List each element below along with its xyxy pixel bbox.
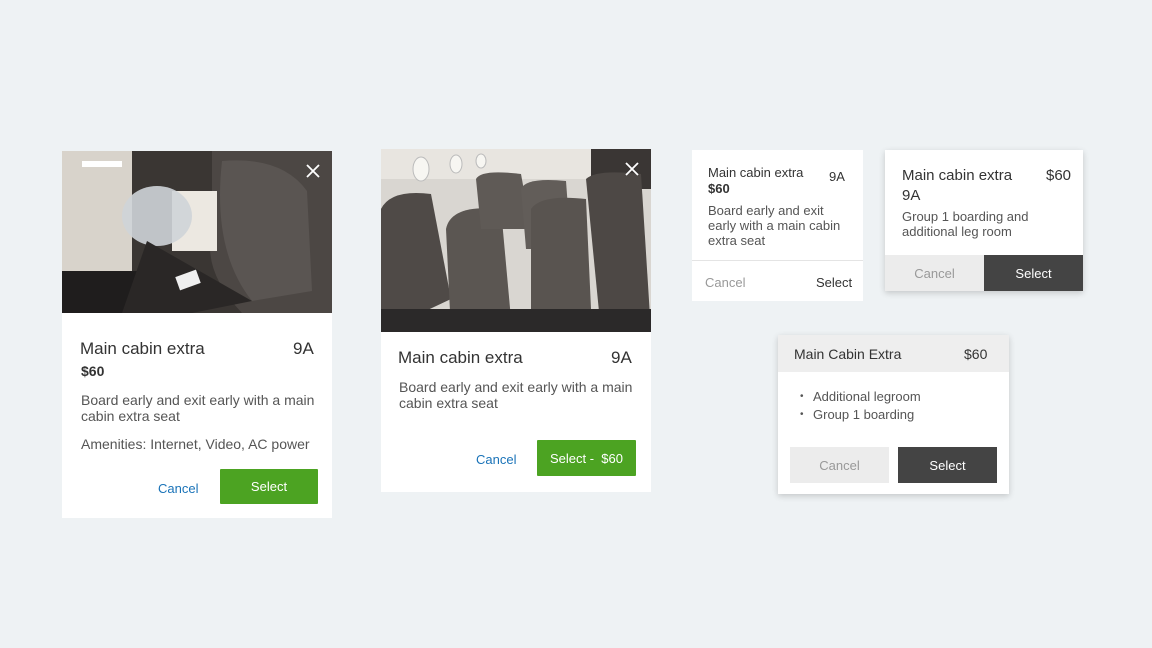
seat-card-3: Main cabin extra $60 9A Board early and …: [692, 150, 863, 301]
seat-card-5: Main Cabin Extra $60 Additional legroom …: [778, 335, 1009, 494]
card-title: Main Cabin Extra: [794, 346, 902, 362]
feature-list: Additional legroom Group 1 boarding: [797, 388, 921, 424]
list-item: Additional legroom: [797, 388, 921, 406]
seat-number: 9A: [293, 339, 314, 358]
cancel-button[interactable]: Cancel: [705, 275, 745, 290]
price: $60: [81, 363, 105, 379]
card-description: Group 1 boarding and additional leg room: [902, 209, 1029, 239]
price: $60: [1046, 167, 1072, 184]
seat-number: 9A: [611, 348, 632, 367]
seat-card-4: Main cabin extra $60 9A Group 1 boarding…: [885, 150, 1083, 291]
card-title: Main cabin extra: [398, 348, 523, 367]
price: $60: [708, 181, 730, 196]
cancel-button[interactable]: Cancel: [158, 481, 198, 496]
seat-number: 9A: [902, 187, 921, 204]
seat-photo: [381, 149, 651, 332]
select-button[interactable]: Select: [816, 275, 852, 290]
seat-card-1: Main cabin extra 9A $60 Board early and …: [62, 151, 332, 518]
close-icon[interactable]: [304, 162, 322, 180]
card-description: Board early and exit early with a main c…: [399, 379, 633, 411]
seat-card-2: Main cabin extra 9A Board early and exit…: [381, 149, 651, 492]
card-description: Board early and exit early with a main c…: [81, 392, 315, 424]
price: $60: [964, 346, 988, 362]
seat-photo: [62, 151, 332, 313]
select-button[interactable]: Select: [984, 255, 1083, 291]
card-title: Main cabin extra: [80, 339, 205, 358]
card-title: Main cabin extra: [902, 167, 1013, 184]
select-button[interactable]: Select: [220, 469, 318, 504]
divider: [692, 260, 863, 261]
cancel-button[interactable]: Cancel: [790, 447, 889, 483]
select-button[interactable]: Select - $60: [537, 440, 636, 476]
select-button[interactable]: Select: [898, 447, 997, 483]
card-description: Board early and exit early with a main c…: [708, 203, 841, 248]
list-item: Group 1 boarding: [797, 406, 921, 424]
card-title: Main cabin extra: [708, 165, 804, 180]
cancel-button[interactable]: Cancel: [885, 255, 984, 291]
amenities-text: Amenities: Internet, Video, AC power: [81, 436, 310, 452]
close-icon[interactable]: [623, 160, 641, 178]
seat-number: 9A: [829, 169, 845, 184]
cancel-button[interactable]: Cancel: [476, 452, 516, 467]
